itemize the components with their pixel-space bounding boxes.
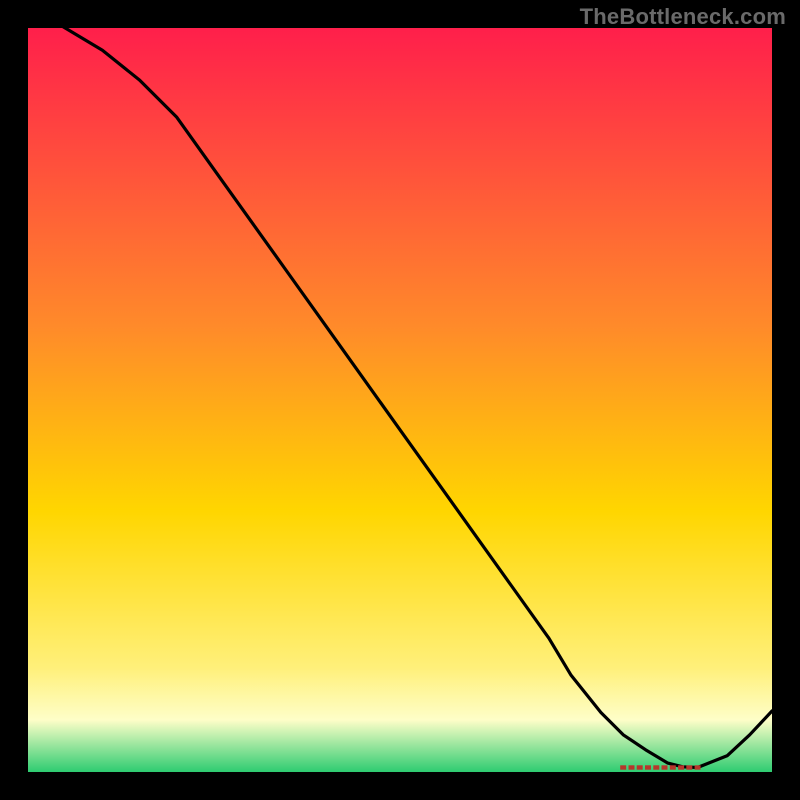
line-svg xyxy=(28,28,772,772)
optimal-dot xyxy=(637,765,643,769)
optimal-dot xyxy=(686,765,692,769)
bottleneck-curve xyxy=(28,28,772,767)
optimal-dot xyxy=(629,765,635,769)
chart-frame: TheBottleneck.com xyxy=(0,0,800,800)
optimal-dot xyxy=(670,765,676,769)
optimal-marker xyxy=(620,765,700,769)
optimal-dot xyxy=(678,765,684,769)
optimal-dot xyxy=(620,765,626,769)
line-layer xyxy=(28,28,772,772)
optimal-dot xyxy=(645,765,651,769)
plot-area xyxy=(28,28,772,772)
optimal-dot xyxy=(662,765,668,769)
optimal-dot xyxy=(653,765,659,769)
watermark-text: TheBottleneck.com xyxy=(580,4,786,30)
optimal-dot xyxy=(695,765,701,769)
